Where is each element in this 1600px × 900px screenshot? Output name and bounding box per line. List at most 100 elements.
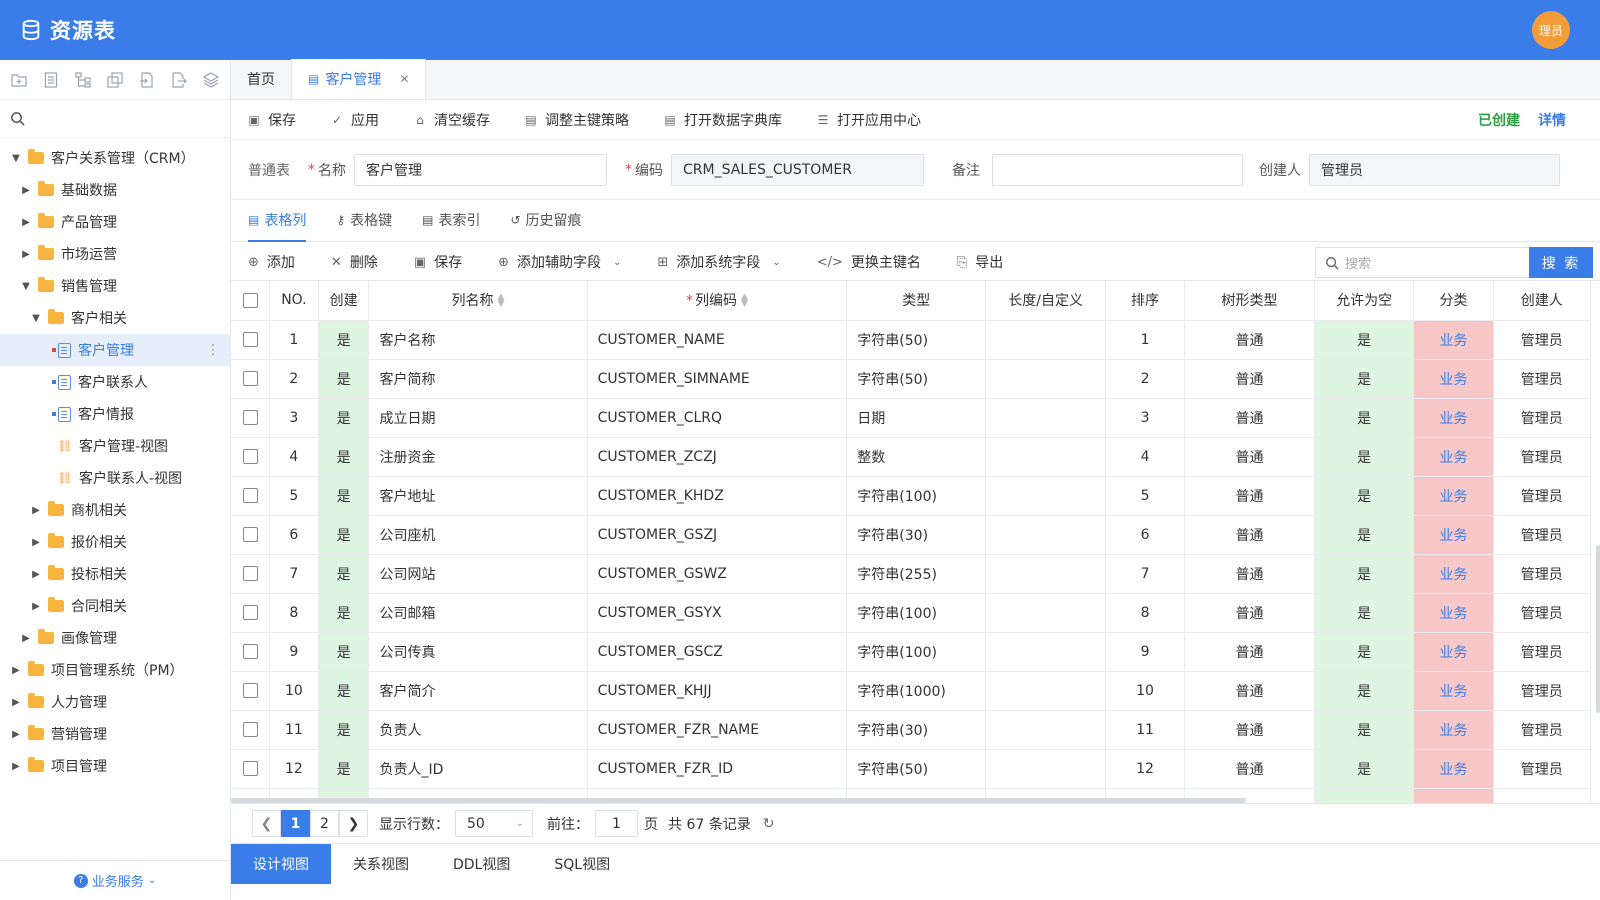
caret-right-icon[interactable]: ▶ bbox=[20, 632, 32, 644]
cell-nullable[interactable]: 是 bbox=[1314, 476, 1415, 516]
table-row[interactable]: 4 是注册资金 CUSTOMER_ZCZJ 整数 4 普通是业务 管理员 bbox=[231, 437, 1592, 477]
tree-node[interactable]: ▼ 销售管理 bbox=[0, 270, 230, 302]
cell-code[interactable]: CUSTOMER_FZR_ID bbox=[587, 749, 848, 789]
row-checkbox-cell[interactable] bbox=[231, 710, 271, 750]
cell-type[interactable]: 字符串(50) bbox=[846, 320, 987, 360]
cell-order[interactable]: 2 bbox=[1105, 359, 1186, 399]
name-field[interactable]: 客户管理 bbox=[354, 153, 607, 186]
cell-no[interactable]: 2 bbox=[269, 359, 319, 399]
copy-icon[interactable] bbox=[106, 71, 124, 89]
close-icon[interactable]: ✕ bbox=[399, 72, 409, 86]
cell-no[interactable]: 9 bbox=[269, 632, 319, 672]
cell-name[interactable]: 公司座机 bbox=[368, 515, 588, 555]
caret-right-icon[interactable]: ▶ bbox=[10, 664, 22, 676]
cell-order[interactable]: 9 bbox=[1105, 632, 1186, 672]
cell-type[interactable]: 日期 bbox=[846, 398, 987, 438]
tree-node[interactable]: ▼ 客户关系管理（CRM） bbox=[0, 142, 230, 174]
cell-length[interactable] bbox=[985, 671, 1106, 711]
cell-created[interactable]: 是 bbox=[318, 632, 370, 672]
table-row[interactable]: 1 是客户名称 CUSTOMER_NAME 字符串(50) 1 普通是业务 管理员 bbox=[231, 320, 1592, 360]
cell-no[interactable]: 10 bbox=[269, 671, 319, 711]
row-checkbox[interactable] bbox=[242, 449, 258, 464]
cell-nullable[interactable]: 是 bbox=[1314, 437, 1415, 477]
caret-right-icon[interactable]: ▶ bbox=[20, 248, 32, 260]
tree-node[interactable]: ⛓ 客户管理-视图 bbox=[0, 430, 230, 462]
tree-node[interactable]: ▶ 画像管理 bbox=[0, 622, 230, 654]
cell-type[interactable]: 字符串(1000) bbox=[846, 671, 987, 711]
cell-created[interactable]: 是 bbox=[318, 476, 370, 516]
remark-field[interactable] bbox=[992, 153, 1243, 186]
layers-icon[interactable] bbox=[202, 71, 220, 89]
row-checkbox[interactable] bbox=[242, 566, 258, 581]
refresh-icon[interactable]: ↻ bbox=[763, 816, 775, 832]
code-field[interactable]: CRM_SALES_CUSTOMER bbox=[671, 153, 924, 186]
row-checkbox-cell[interactable] bbox=[231, 398, 271, 438]
tree-icon[interactable] bbox=[74, 71, 92, 89]
cell-name[interactable]: 公司传真 bbox=[368, 632, 588, 672]
tree-node[interactable]: ▶ 报价相关 bbox=[0, 526, 230, 558]
cell-no[interactable]: 6 bbox=[269, 515, 319, 555]
caret-right-icon[interactable]: ▶ bbox=[10, 760, 22, 772]
tree-node[interactable]: ▶ 人力管理 bbox=[0, 686, 230, 718]
caret-right-icon[interactable]: ▶ bbox=[30, 600, 42, 612]
cell-type[interactable]: 字符串(100) bbox=[846, 476, 987, 516]
cell-nullable[interactable]: 是 bbox=[1314, 749, 1415, 789]
cell-order[interactable]: 12 bbox=[1105, 749, 1186, 789]
cell-creator[interactable]: 管理员 bbox=[1493, 554, 1592, 594]
cell-order[interactable]: 1 bbox=[1105, 320, 1186, 360]
cell-length[interactable] bbox=[985, 710, 1106, 750]
row-checkbox[interactable] bbox=[242, 527, 258, 542]
tree-node[interactable]: ⛓ 客户联系人-视图 bbox=[0, 462, 230, 494]
caret-right-icon[interactable]: ▶ bbox=[30, 504, 42, 516]
column-header[interactable]: 类型 bbox=[846, 281, 987, 321]
detail-link[interactable]: 详情 bbox=[1538, 110, 1566, 130]
cell-category[interactable]: 业务 bbox=[1413, 515, 1494, 555]
cell-code[interactable]: CUSTOMER_GSWZ bbox=[587, 554, 848, 594]
vertical-scrollbar[interactable] bbox=[1596, 545, 1600, 713]
toolbar-button[interactable]: ▤ 调整主键策略 bbox=[524, 110, 629, 130]
tab-customer-management[interactable]: ▤ 客户管理 ✕ bbox=[292, 59, 427, 99]
caret-right-icon[interactable]: ▶ bbox=[20, 184, 32, 196]
column-header[interactable]: 创建 bbox=[318, 281, 370, 321]
cell-nullable[interactable]: 是 bbox=[1314, 632, 1415, 672]
detail-tab[interactable]: ↺ 历史留痕 bbox=[510, 199, 581, 241]
column-header[interactable]: 允许为空 bbox=[1314, 281, 1415, 321]
cell-created[interactable]: 是 bbox=[318, 359, 370, 399]
cell-category[interactable]: 业务 bbox=[1413, 320, 1494, 360]
table-row[interactable]: 2 是客户简称 CUSTOMER_SIMNAME 字符串(50) 2 普通是业务 管理员 bbox=[231, 359, 1592, 399]
cell-code[interactable]: CUSTOMER_SIMNAME bbox=[587, 359, 848, 399]
row-checkbox-cell[interactable] bbox=[231, 593, 271, 633]
cell-nullable[interactable]: 是 bbox=[1314, 398, 1415, 438]
table-row[interactable]: 6 是公司座机 CUSTOMER_GSZJ 字符串(30) 6 普通是业务 管理员 bbox=[231, 515, 1592, 555]
page-button-next[interactable]: 2 bbox=[310, 810, 339, 837]
cell-name[interactable]: 注册资金 bbox=[368, 437, 588, 477]
toolbar-button[interactable]: ☰ 打开应用中心 bbox=[816, 110, 921, 130]
tree-node[interactable]: ▶ 产品管理 bbox=[0, 206, 230, 238]
cell-name[interactable]: 客户简介 bbox=[368, 671, 588, 711]
caret-right-icon[interactable]: ▶ bbox=[30, 568, 42, 580]
business-service-link[interactable]: ? 业务服务 ⌄ bbox=[0, 860, 230, 900]
doc-icon[interactable] bbox=[42, 71, 60, 89]
cell-length[interactable] bbox=[985, 437, 1106, 477]
cell-length[interactable] bbox=[985, 359, 1106, 399]
cell-type[interactable]: 字符串(30) bbox=[846, 710, 987, 750]
cell-tree[interactable]: 普通 bbox=[1184, 671, 1315, 711]
grid-toolbar-button[interactable]: </> 更换主键名 bbox=[817, 252, 921, 272]
column-header[interactable]: 分类 bbox=[1413, 281, 1494, 321]
next-page-button[interactable]: ❯ bbox=[339, 810, 368, 837]
cell-no[interactable]: 3 bbox=[269, 398, 319, 438]
cell-nullable[interactable]: 是 bbox=[1314, 554, 1415, 594]
cell-length[interactable] bbox=[985, 554, 1106, 594]
cell-nullable[interactable]: 是 bbox=[1314, 710, 1415, 750]
cell-nullable[interactable] bbox=[1314, 788, 1415, 803]
column-header[interactable]: 长度/自定义 bbox=[985, 281, 1106, 321]
toolbar-button[interactable]: ▣ 保存 bbox=[247, 110, 296, 130]
prev-page-button[interactable]: ❮ bbox=[252, 810, 281, 837]
row-checkbox[interactable] bbox=[242, 683, 258, 698]
cell-tree[interactable]: 普通 bbox=[1184, 398, 1315, 438]
cell-category[interactable]: 业务 bbox=[1413, 710, 1494, 750]
cell-tree[interactable]: 普通 bbox=[1184, 359, 1315, 399]
row-checkbox[interactable] bbox=[242, 410, 258, 425]
cell-creator[interactable] bbox=[1493, 788, 1592, 803]
row-checkbox-cell[interactable] bbox=[231, 554, 271, 594]
